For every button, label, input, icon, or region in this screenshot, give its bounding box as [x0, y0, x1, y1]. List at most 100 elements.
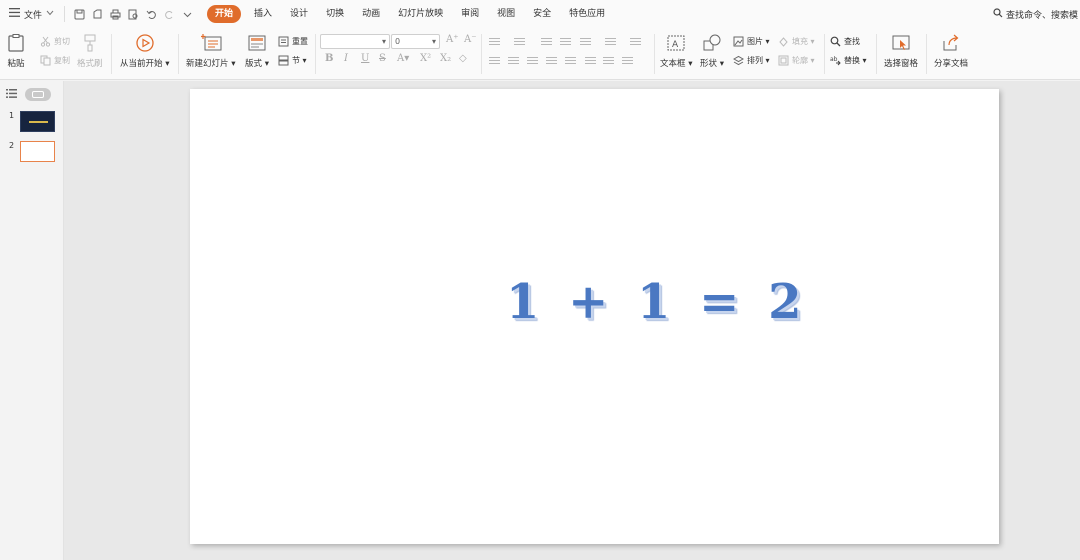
- selection-pane-label: 选择窗格: [884, 59, 919, 69]
- align-right-icon[interactable]: [527, 57, 538, 66]
- align-left-icon[interactable]: [489, 57, 500, 66]
- find-icon: [830, 36, 841, 47]
- justify-icon[interactable]: [546, 57, 557, 66]
- outline-label: 轮廓 ▾: [792, 56, 815, 65]
- fill-button[interactable]: 填充 ▾: [778, 36, 815, 47]
- print-preview-icon[interactable]: [127, 8, 139, 20]
- distribute-icon[interactable]: [565, 57, 576, 66]
- tab-animation[interactable]: 动画: [353, 5, 389, 23]
- picture-icon: [733, 36, 744, 47]
- svg-text:ab: ab: [830, 56, 838, 63]
- numbered-list-icon[interactable]: [514, 38, 525, 47]
- shape-label: 形状 ▾: [700, 59, 724, 69]
- superscript-icon[interactable]: X²: [420, 53, 431, 64]
- decrease-indent-icon[interactable]: [541, 38, 552, 47]
- underline-icon[interactable]: U: [361, 53, 369, 64]
- replace-button[interactable]: ab 替换 ▾: [830, 55, 867, 66]
- font-family-select[interactable]: ▾: [320, 34, 390, 49]
- tab-special-apps[interactable]: 特色应用: [560, 5, 614, 23]
- slide-equation-text[interactable]: 1 + 1 = 2: [506, 274, 807, 330]
- bold-icon[interactable]: B: [325, 53, 333, 64]
- textbox-button[interactable]: A 文本框 ▾: [660, 28, 692, 69]
- copy-button[interactable]: 复制: [40, 55, 70, 66]
- picture-button[interactable]: 图片 ▾: [733, 36, 770, 47]
- redo-icon[interactable]: [163, 8, 175, 20]
- font-color-icon[interactable]: A▾: [397, 53, 409, 64]
- strikethrough-icon[interactable]: S: [379, 53, 386, 64]
- ribbon-separator: [876, 34, 877, 74]
- search-icon: [993, 7, 1003, 21]
- shape-button[interactable]: 形状 ▾: [700, 28, 724, 69]
- menu-bar: 文件 开始 插入 设计 切换 动画 幻灯片放映 审阅 视图 安全 特色应用 查找…: [0, 0, 1080, 28]
- tab-slideshow[interactable]: 幻灯片放映: [389, 5, 452, 23]
- fill-label: 填充 ▾: [792, 37, 815, 46]
- reset-button[interactable]: 重置: [278, 36, 308, 47]
- tab-view[interactable]: 视图: [488, 5, 524, 23]
- chevron-down-icon: ▾: [381, 37, 386, 46]
- share-document-button[interactable]: 分享文档: [934, 28, 968, 69]
- bullet-list-icon[interactable]: [489, 38, 500, 47]
- decrease-font-icon[interactable]: A⁻: [464, 34, 477, 45]
- play-from-current-button[interactable]: 从当前开始 ▾: [120, 28, 169, 69]
- increase-font-icon[interactable]: A⁺: [446, 34, 459, 45]
- replace-icon: ab: [830, 55, 841, 66]
- arrange-button[interactable]: 排列 ▾: [732, 55, 770, 66]
- layout-button[interactable]: 版式 ▾: [245, 28, 269, 69]
- paragraph-spacing-icon[interactable]: [603, 57, 614, 66]
- picture-label: 图片 ▾: [747, 37, 770, 46]
- new-slide-icon: [200, 33, 222, 53]
- replace-label: 替换 ▾: [844, 56, 867, 65]
- paste-button[interactable]: 粘贴: [6, 28, 26, 69]
- section-button[interactable]: 节 ▾: [278, 55, 307, 66]
- svg-text:A: A: [672, 40, 679, 50]
- tab-insert[interactable]: 插入: [245, 5, 281, 23]
- outline-button[interactable]: 轮廓 ▾: [778, 55, 815, 66]
- increase-indent-icon[interactable]: [560, 38, 571, 47]
- customize-toolbar-icon[interactable]: [181, 8, 193, 20]
- slide-number: 2: [9, 141, 15, 150]
- column-icon[interactable]: [630, 38, 641, 47]
- slide-view-toggle[interactable]: [25, 88, 51, 101]
- copy-label: 复制: [54, 56, 70, 65]
- undo-icon[interactable]: [145, 8, 157, 20]
- outline-view-icon[interactable]: [6, 88, 17, 101]
- selection-pane-button[interactable]: 选择窗格: [884, 28, 918, 69]
- command-search[interactable]: 查找命令、搜索模: [993, 0, 1080, 28]
- tab-review[interactable]: 审阅: [452, 5, 488, 23]
- cut-button[interactable]: 剪切: [40, 36, 70, 47]
- italic-icon[interactable]: I: [344, 53, 348, 64]
- format-painter-button[interactable]: 格式刷: [77, 28, 103, 69]
- file-menu[interactable]: 文件: [0, 0, 54, 28]
- cut-label: 剪切: [54, 37, 70, 46]
- slide-thumbnail-selected[interactable]: 2: [9, 141, 55, 162]
- ribbon-separator: [315, 34, 316, 74]
- font-size-select[interactable]: 0 ▾: [391, 34, 440, 49]
- current-slide[interactable]: 1 + 1 = 2: [190, 89, 999, 544]
- new-slide-button[interactable]: 新建幻灯片 ▾: [186, 28, 235, 69]
- arrange-label: 排列 ▾: [747, 56, 770, 65]
- print-icon[interactable]: [109, 8, 121, 20]
- export-icon[interactable]: [91, 8, 103, 20]
- play-from-current-label: 从当前开始 ▾: [120, 59, 170, 69]
- slide-thumbnail-pane: 1 2: [0, 81, 64, 560]
- paragraph-settings-icon[interactable]: [622, 57, 633, 66]
- subscript-icon[interactable]: X₂: [440, 53, 451, 64]
- tab-home[interactable]: 开始: [207, 5, 242, 23]
- paste-label: 粘贴: [7, 59, 25, 69]
- tab-security[interactable]: 安全: [524, 5, 560, 23]
- text-direction-icon[interactable]: [580, 38, 591, 47]
- slide-thumbnail-image: [20, 111, 55, 132]
- slide-number: 1: [9, 111, 15, 120]
- line-spacing-icon[interactable]: [605, 38, 616, 47]
- reset-label: 重置: [292, 37, 308, 46]
- save-icon[interactable]: [73, 8, 85, 20]
- align-center-icon[interactable]: [508, 57, 519, 66]
- command-search-label: 查找命令、搜索模: [1005, 10, 1078, 21]
- vertical-align-icon[interactable]: [585, 57, 596, 66]
- tab-design[interactable]: 设计: [281, 5, 317, 23]
- ribbon-separator: [926, 34, 927, 74]
- clear-format-icon[interactable]: ◇: [459, 53, 467, 64]
- slide-thumbnail[interactable]: 1: [9, 111, 55, 132]
- find-button[interactable]: 查找: [830, 36, 860, 47]
- tab-transitions[interactable]: 切换: [317, 5, 353, 23]
